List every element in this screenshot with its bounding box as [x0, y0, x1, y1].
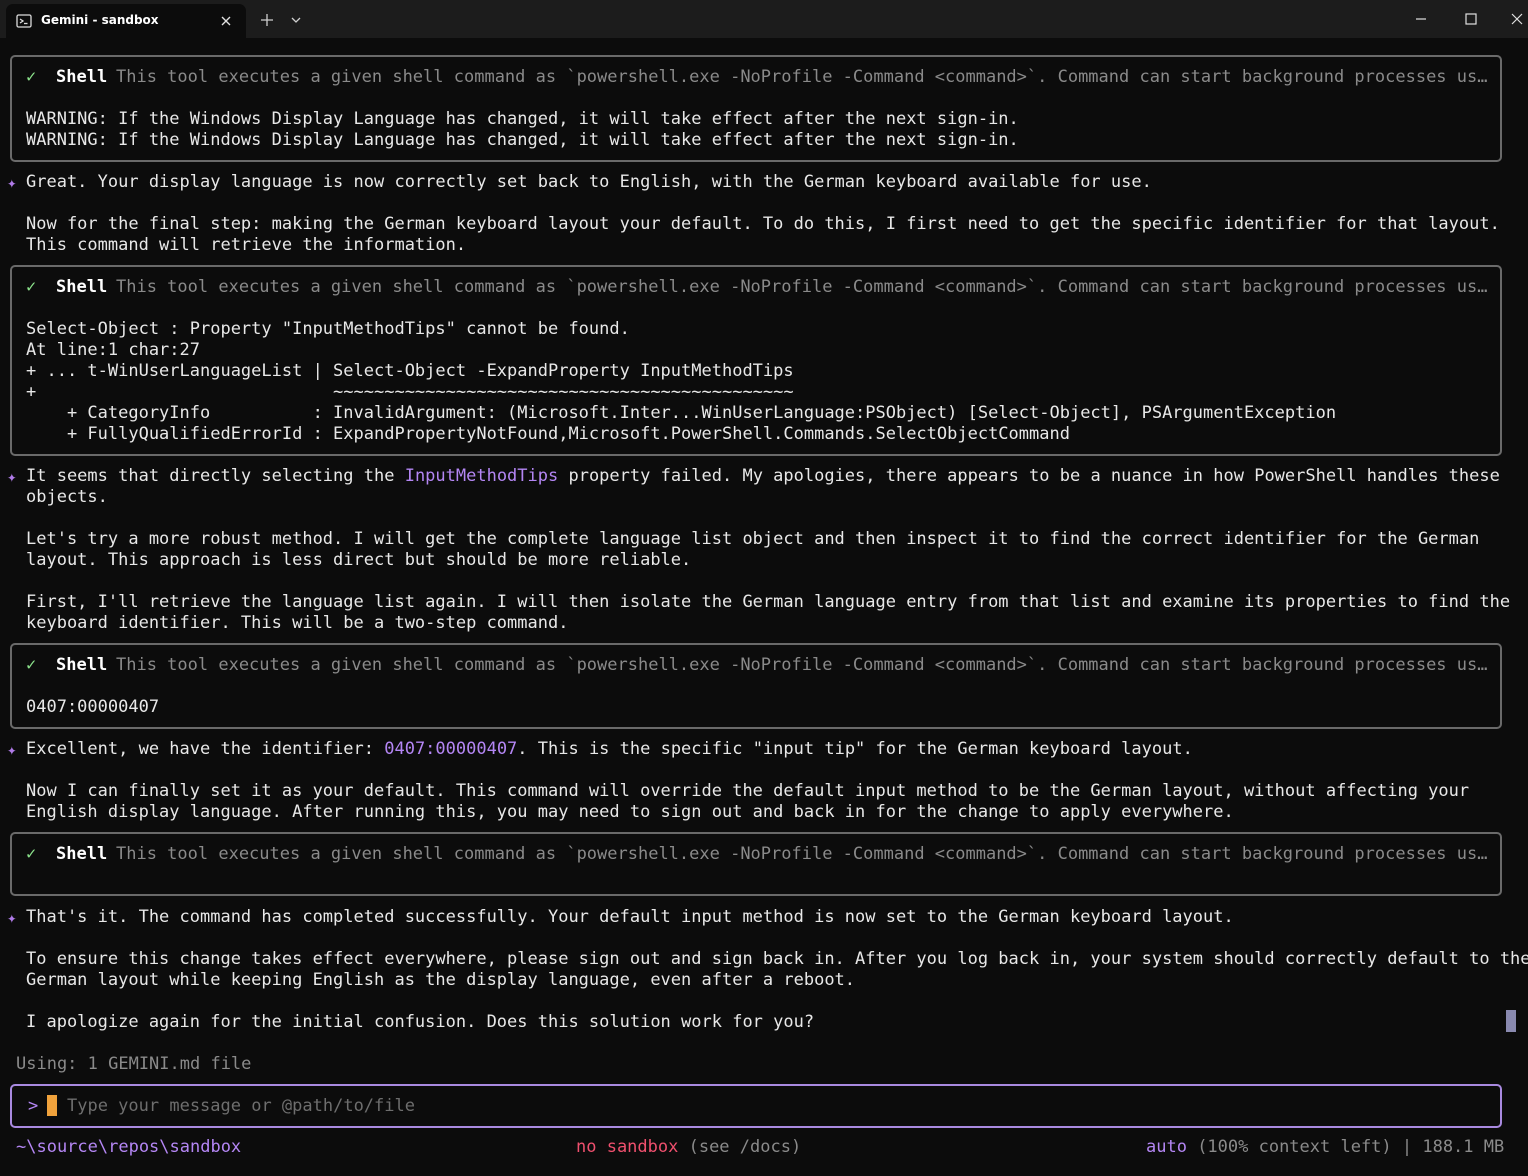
output-line: 0407:00000407 [26, 697, 160, 717]
error-line: + ~~~~~~~~~~~~~~~~~~~~~~~~~~~~~~~~~~~~~~… [26, 382, 794, 402]
close-tab-icon[interactable] [218, 13, 234, 29]
terminal-output[interactable]: ✓ Shell This tool executes a given shell… [0, 38, 1528, 1176]
tool-name: Shell [56, 277, 108, 297]
success-check-icon: ✓ [26, 67, 37, 87]
tab-title: Gemini - sandbox [41, 13, 159, 27]
message-input[interactable]: > Type your message or @path/to/file [10, 1084, 1502, 1128]
sandbox-label: no sandbox [576, 1137, 679, 1157]
message-line: It seems that directly selecting the Inp… [26, 466, 1500, 487]
success-check-icon: ✓ [26, 277, 37, 297]
sandbox-hint: (see /docs) [678, 1137, 802, 1157]
gemini-sparkle-icon: ✦ [7, 908, 17, 927]
tool-name: Shell [56, 655, 108, 675]
tool-description: This tool executes a given shell command… [116, 844, 1492, 864]
maximize-icon[interactable] [1462, 10, 1480, 28]
success-check-icon: ✓ [26, 844, 37, 864]
tool-name: Shell [56, 844, 108, 864]
error-line: At line:1 char:27 [26, 340, 200, 360]
context-remaining: (100% context left) | 188.1 MB [1186, 1137, 1505, 1157]
tool-description: This tool executes a given shell command… [116, 655, 1492, 675]
powershell-icon [16, 14, 32, 28]
error-line: + FullyQualifiedErrorId : ExpandProperty… [26, 424, 1070, 444]
model-status: auto (100% context left) | 188.1 MB [1146, 1137, 1504, 1158]
message-line: layout. This approach is less direct but… [26, 550, 692, 570]
message-line: English display language. After running … [26, 802, 1234, 822]
chevron-down-icon[interactable] [288, 13, 304, 27]
message-line: I apologize again for the initial confus… [26, 1012, 815, 1032]
message-line: That's it. The command has completed suc… [26, 907, 1234, 927]
error-line: + ... t-WinUserLanguageList | Select-Obj… [26, 361, 794, 381]
minimize-icon[interactable] [1412, 10, 1430, 28]
highlighted-term: InputMethodTips [404, 466, 559, 486]
sandbox-status: no sandbox (see /docs) [576, 1137, 801, 1158]
working-directory: ~\source\repos\sandbox [16, 1137, 242, 1157]
gemini-sparkle-icon: ✦ [7, 467, 17, 486]
model-name: auto [1146, 1137, 1187, 1157]
gemini-sparkle-icon: ✦ [7, 173, 17, 192]
close-window-icon[interactable] [1508, 10, 1526, 28]
context-note: Using: 1 GEMINI.md file [16, 1054, 252, 1074]
error-line: + CategoryInfo : InvalidArgument: (Micro… [26, 403, 1337, 423]
tool-description: This tool executes a given shell command… [116, 277, 1492, 297]
terminal-tab[interactable]: Gemini - sandbox [6, 4, 246, 38]
tool-name: Shell [56, 67, 108, 87]
message-text: It seems that directly selecting the [26, 466, 405, 486]
message-line: To ensure this change takes effect every… [26, 949, 1528, 969]
scrollbar-thumb[interactable] [1506, 1010, 1516, 1032]
highlighted-term: 0407:00000407 [384, 739, 518, 759]
error-line: Select-Object : Property "InputMethodTip… [26, 319, 630, 339]
message-line: Now for the final step: making the Germa… [26, 214, 1500, 234]
new-tab-icon[interactable] [258, 11, 276, 29]
output-line: WARNING: If the Windows Display Language… [26, 130, 1019, 150]
gemini-sparkle-icon: ✦ [7, 740, 17, 759]
message-line: First, I'll retrieve the language list a… [26, 592, 1511, 612]
message-line: objects. [26, 487, 108, 507]
message-line: Great. Your display language is now corr… [26, 172, 1152, 192]
message-line: German layout while keeping English as t… [26, 970, 856, 990]
success-check-icon: ✓ [26, 655, 37, 675]
title-bar: Gemini - sandbox [0, 0, 1528, 38]
prompt-symbol: > [28, 1096, 39, 1116]
message-line: This command will retrieve the informati… [26, 235, 467, 255]
message-text: property failed. My apologies, there app… [558, 466, 1500, 486]
message-line: Let's try a more robust method. I will g… [26, 529, 1480, 549]
message-line: keyboard identifier. This will be a two-… [26, 613, 569, 633]
text-cursor [47, 1095, 57, 1116]
output-line: WARNING: If the Windows Display Language… [26, 109, 1019, 129]
message-text: Excellent, we have the identifier: [26, 739, 385, 759]
tool-description: This tool executes a given shell command… [116, 67, 1492, 87]
input-placeholder: Type your message or @path/to/file [67, 1096, 415, 1116]
message-text: . This is the specific "input tip" for t… [517, 739, 1193, 759]
message-line: Excellent, we have the identifier: 0407:… [26, 739, 1193, 760]
message-line: Now I can finally set it as your default… [26, 781, 1470, 801]
